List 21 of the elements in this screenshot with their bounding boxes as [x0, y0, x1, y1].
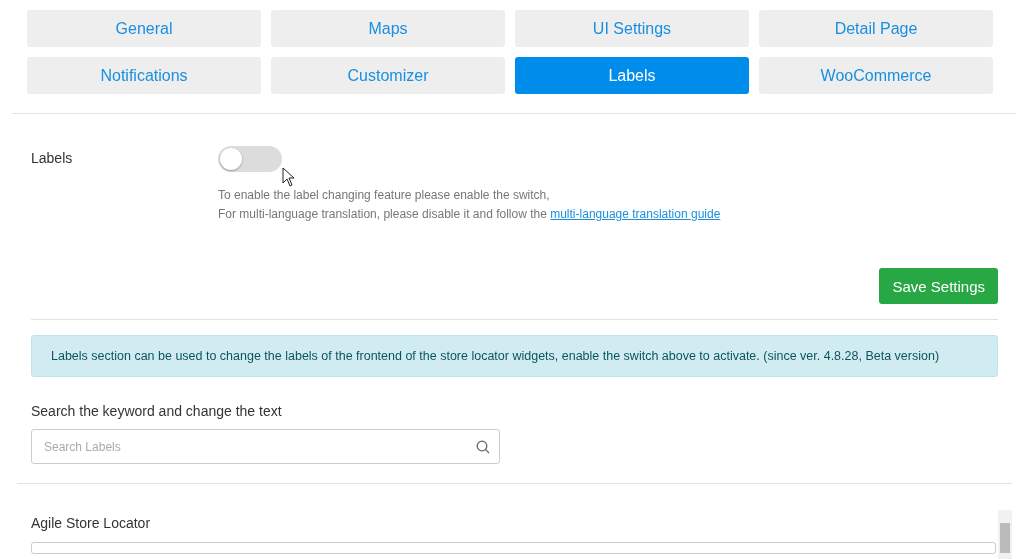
- save-button[interactable]: Save Settings: [879, 268, 998, 304]
- tab[interactable]: Notifications: [27, 57, 261, 94]
- tab[interactable]: Customizer: [271, 57, 505, 94]
- search-field[interactable]: Search Labels: [31, 429, 500, 464]
- labels-toggle[interactable]: [218, 146, 282, 172]
- cursor-icon: [282, 167, 295, 187]
- help-text: To enable the label changing feature please enable the switch,: [218, 187, 551, 204]
- info-alert: Labels section can be used to change the labels of the frontend of the store locator widgets, enable the switch above to activate. (since ver. 4.8.28, Beta version): [31, 335, 998, 377]
- section-title: Agile Store Locator: [30, 514, 152, 531]
- guide-link[interactable]: multi-language translation guide: [550, 207, 721, 221]
- tab[interactable]: General: [27, 10, 261, 47]
- tab[interactable]: UI Settings: [515, 10, 749, 47]
- scrollbar-thumb[interactable]: [1000, 523, 1010, 553]
- setting-label: Labels: [31, 149, 74, 168]
- search-label: Search the keyword and change the text: [30, 402, 283, 419]
- search-icon: [476, 440, 490, 454]
- tab[interactable]: Detail Page: [759, 10, 993, 47]
- tab[interactable]: Maps: [271, 10, 505, 47]
- help-text: For multi-language translation, please disable it and follow the multi-language translation guide: [218, 206, 721, 223]
- tab[interactable]: Labels: [515, 57, 749, 94]
- tab[interactable]: WooCommerce: [759, 57, 993, 94]
